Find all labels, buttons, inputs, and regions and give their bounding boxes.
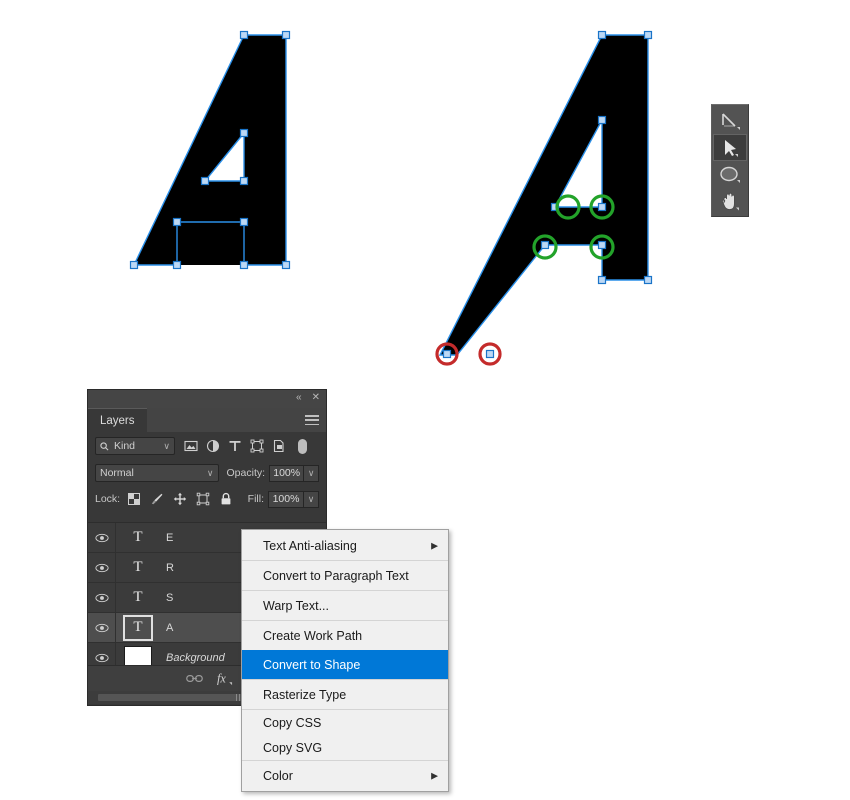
menu-item-label: Copy CSS bbox=[263, 715, 322, 730]
menu-item-convert-to-paragraph-text[interactable]: Convert to Paragraph Text bbox=[242, 561, 448, 590]
menu-item-label: Color bbox=[263, 768, 293, 783]
blend-mode-row: Normal ∨ Opacity: 100% ∨ bbox=[88, 460, 326, 486]
menu-item-label: Convert to Paragraph Text bbox=[263, 568, 409, 583]
menu-item-label: Rasterize Type bbox=[263, 687, 347, 702]
type-thumbnail-glyph: T bbox=[133, 529, 143, 545]
chevron-down-icon[interactable]: ∨ bbox=[207, 468, 214, 479]
fill-stepper-chevron[interactable]: ∨ bbox=[304, 490, 319, 508]
layer-visibility-toggle[interactable] bbox=[88, 583, 116, 612]
submenu-arrow-icon: ▶ bbox=[431, 540, 438, 550]
menu-item-warp-text[interactable]: Warp Text... bbox=[242, 591, 448, 620]
collapse-icon[interactable]: « bbox=[296, 392, 302, 404]
close-icon[interactable]: ✕ bbox=[312, 392, 320, 404]
layer-thumbnail[interactable]: T bbox=[116, 523, 160, 552]
menu-item-rasterize-type[interactable]: Rasterize Type bbox=[242, 680, 448, 709]
opacity-label: Opacity: bbox=[226, 467, 266, 479]
opacity-stepper-chevron[interactable]: ∨ bbox=[304, 464, 319, 482]
filter-kind-select[interactable]: Kind ∨ bbox=[95, 437, 175, 455]
convert-point-tool-button[interactable] bbox=[713, 107, 747, 134]
layer-name[interactable]: A bbox=[160, 622, 173, 634]
type-thumbnail-glyph: T bbox=[133, 559, 143, 575]
eye-icon bbox=[94, 533, 109, 542]
padlock-icon[interactable] bbox=[219, 492, 233, 506]
move-arrows-icon[interactable] bbox=[173, 492, 187, 506]
hand-icon bbox=[722, 192, 739, 210]
menu-item-copy-svg[interactable]: Copy SVG bbox=[242, 735, 448, 760]
tab-layers[interactable]: Layers bbox=[88, 408, 147, 432]
layer-visibility-toggle[interactable] bbox=[88, 553, 116, 582]
type-thumbnail-glyph: T bbox=[133, 589, 143, 605]
submenu-arrow-icon: ▶ bbox=[431, 770, 438, 780]
layer-name[interactable]: Background bbox=[160, 652, 225, 664]
artboard-icon[interactable] bbox=[196, 492, 210, 506]
filter-icon-group bbox=[184, 438, 307, 454]
smart-object-icon[interactable] bbox=[272, 439, 286, 453]
blend-mode-value: Normal bbox=[100, 467, 134, 479]
adjustment-circle-icon[interactable] bbox=[206, 439, 220, 453]
layer-name[interactable]: R bbox=[160, 562, 174, 574]
direct-selection-arrow-icon bbox=[725, 139, 738, 157]
chevron-down-icon[interactable]: ∨ bbox=[163, 441, 170, 452]
fill-label: Fill: bbox=[247, 493, 264, 505]
hamburger-icon[interactable] bbox=[305, 415, 319, 425]
layer-visibility-toggle[interactable] bbox=[88, 523, 116, 552]
layer-visibility-toggle[interactable] bbox=[88, 613, 116, 642]
eye-icon bbox=[94, 623, 109, 632]
hand-tool-button[interactable] bbox=[713, 188, 747, 215]
fill-input[interactable]: 100% bbox=[268, 490, 304, 508]
ellipse-icon bbox=[720, 166, 740, 183]
type-t-icon[interactable] bbox=[228, 439, 242, 453]
tool-strip[interactable] bbox=[711, 104, 749, 217]
menu-item-label: Copy SVG bbox=[263, 740, 323, 755]
eye-icon bbox=[94, 563, 109, 572]
shape-bounds-icon[interactable] bbox=[250, 439, 264, 453]
menu-item-label: Create Work Path bbox=[263, 628, 363, 643]
filter-kind-value: Kind bbox=[114, 440, 136, 452]
layer-name[interactable]: E bbox=[160, 532, 173, 544]
menu-item-label: Text Anti-aliasing bbox=[263, 538, 357, 553]
menu-item-label: Convert to Shape bbox=[263, 657, 361, 672]
direct-selection-tool-button[interactable] bbox=[713, 134, 747, 161]
eye-icon bbox=[94, 653, 109, 662]
opacity-input[interactable]: 100% bbox=[269, 464, 305, 482]
lock-row: Lock: Fill: 100% ∨ bbox=[88, 486, 326, 512]
search-icon bbox=[100, 441, 109, 450]
menu-item-convert-to-shape[interactable]: Convert to Shape bbox=[242, 650, 448, 679]
link-chain-icon[interactable] bbox=[186, 672, 203, 685]
menu-item-create-work-path[interactable]: Create Work Path bbox=[242, 621, 448, 650]
convert-point-icon bbox=[722, 112, 740, 130]
fx-icon[interactable]: fx bbox=[216, 670, 233, 687]
panel-tab-row: Layers bbox=[88, 408, 326, 432]
brush-icon[interactable] bbox=[150, 492, 164, 506]
lock-label: Lock: bbox=[95, 493, 121, 505]
type-layer-context-menu[interactable]: Text Anti-aliasing ▶ Convert to Paragrap… bbox=[241, 529, 449, 792]
layer-name[interactable]: S bbox=[160, 592, 173, 604]
filter-enable-pill[interactable] bbox=[298, 438, 307, 454]
ellipse-tool-button[interactable] bbox=[713, 161, 747, 188]
type-thumbnail-glyph: T bbox=[123, 614, 153, 641]
layer-filter-row: Kind ∨ bbox=[88, 432, 326, 460]
eye-icon bbox=[94, 593, 109, 602]
lock-icon-group bbox=[127, 492, 233, 506]
menu-item-text-anti-aliasing[interactable]: Text Anti-aliasing ▶ bbox=[242, 531, 448, 560]
svg-text:fx: fx bbox=[217, 671, 226, 685]
layer-thumbnail[interactable]: T bbox=[116, 613, 160, 642]
checkerboard-icon[interactable] bbox=[127, 492, 141, 506]
tab-layers-label: Layers bbox=[100, 414, 135, 427]
menu-item-copy-css[interactable]: Copy CSS bbox=[242, 710, 448, 735]
image-icon[interactable] bbox=[184, 439, 198, 453]
menu-item-color[interactable]: Color ▶ bbox=[242, 761, 448, 790]
panel-titlebar: « ✕ bbox=[88, 390, 326, 408]
blend-mode-select[interactable]: Normal ∨ bbox=[95, 464, 219, 482]
layer-thumbnail[interactable]: T bbox=[116, 553, 160, 582]
layer-thumbnail[interactable]: T bbox=[116, 583, 160, 612]
menu-item-label: Warp Text... bbox=[263, 598, 329, 613]
